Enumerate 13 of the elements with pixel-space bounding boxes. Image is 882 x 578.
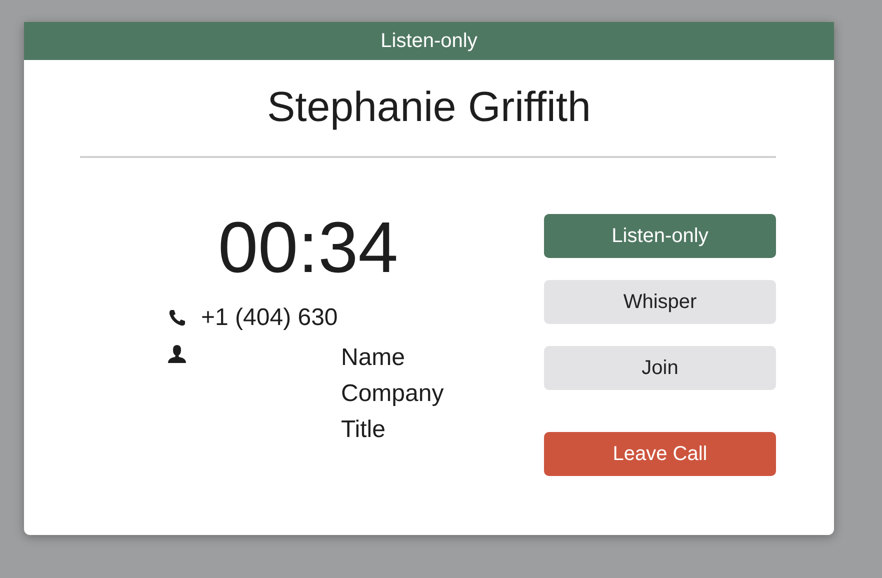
contact-name: Stephanie Griffith [266,82,592,132]
mode-button[interactable]: Whisper [544,280,776,324]
contact-field: Name [341,340,444,376]
person-icon [167,344,187,364]
mode-button[interactable]: Join [544,346,776,390]
call-timer: 00:34 [218,207,398,290]
leave-call-button[interactable]: Leave Call [544,432,776,476]
contact-field: Company [341,376,444,412]
phone-number: +1 (404) 630 [201,304,338,332]
contact-field: Title [341,412,444,448]
phone-icon [167,308,187,328]
mode-button[interactable]: Listen-only [544,214,776,258]
header-bar: Listen-only [24,22,834,60]
